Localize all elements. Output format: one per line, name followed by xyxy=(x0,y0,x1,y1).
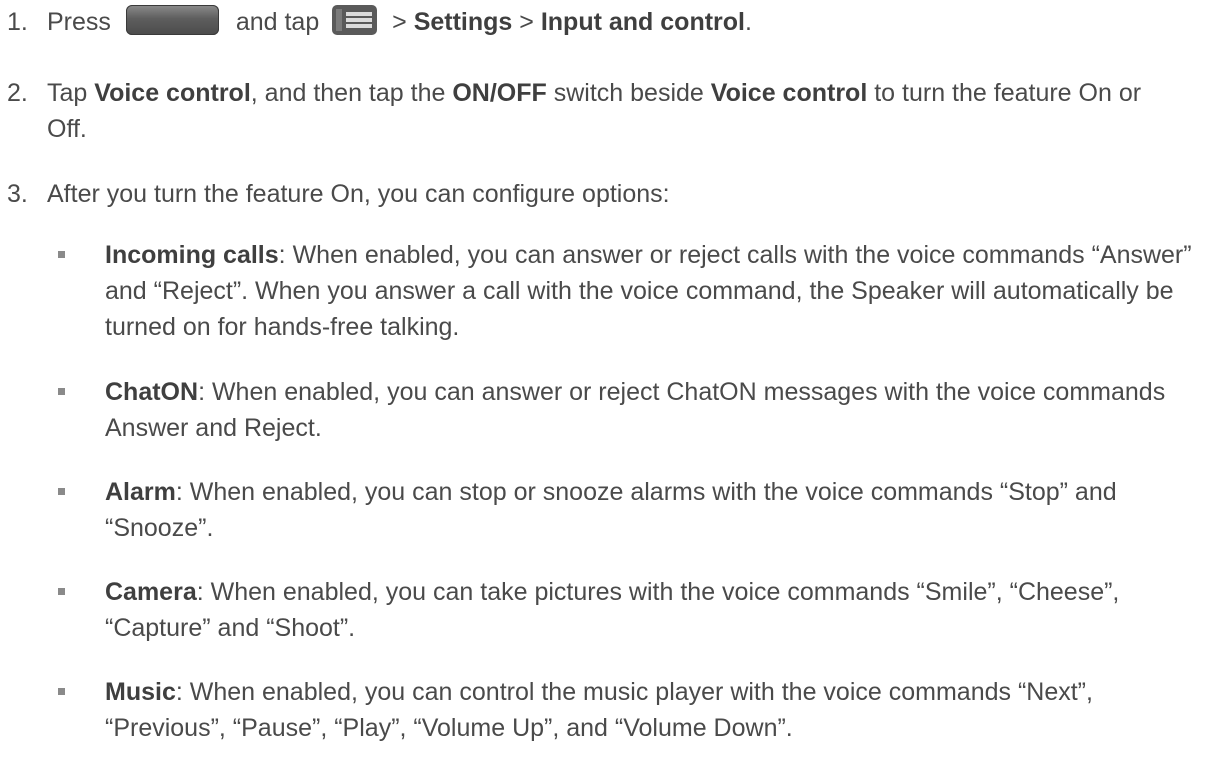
option-text: Alarm: When enabled, you can stop or sno… xyxy=(105,474,1200,546)
and-tap-text: and tap xyxy=(235,8,320,36)
bullet-icon xyxy=(58,488,65,495)
press-text: Press xyxy=(47,8,111,36)
home-button-icon xyxy=(125,5,219,36)
step-text-part: , and then tap the xyxy=(250,79,446,107)
step-text-part: switch beside xyxy=(553,79,704,107)
step-number: 2. xyxy=(7,79,28,107)
option-desc: : When enabled, you can stop or snooze a… xyxy=(105,478,1117,542)
option-desc: : When enabled, you can answer or reject… xyxy=(105,378,1166,442)
tap-text: Tap xyxy=(47,79,88,107)
option-title: Camera xyxy=(105,578,197,606)
bullet-icon xyxy=(58,388,65,395)
voice-control-label: Voice control xyxy=(710,79,868,107)
option-title: Music xyxy=(105,678,176,706)
bullet-icon xyxy=(58,588,65,595)
option-title: ChatON xyxy=(105,378,199,406)
on-off-label: ON/OFF xyxy=(452,79,547,107)
option-text: Incoming calls: When enabled, you can an… xyxy=(105,237,1200,345)
period: . xyxy=(744,8,752,36)
step-text: Press and tap > Settings > Input and con… xyxy=(47,4,1187,40)
bullet-icon xyxy=(58,688,65,695)
menu-icon xyxy=(332,5,378,36)
option-title: Incoming calls xyxy=(105,241,279,269)
settings-label: Settings xyxy=(413,8,513,36)
option-text: ChatON: When enabled, you can answer or … xyxy=(105,374,1200,446)
option-title: Alarm xyxy=(105,478,176,506)
instructions-document: 1. Press and tap > Settings > Input and … xyxy=(0,0,1207,765)
input-and-control-label: Input and control xyxy=(540,8,745,36)
step-number: 3. xyxy=(7,180,28,208)
separator: > xyxy=(392,8,407,36)
step-number: 1. xyxy=(7,8,28,36)
step-text: Tap Voice control, and then tap the ON/O… xyxy=(47,75,1187,147)
bullet-icon xyxy=(58,251,65,258)
step-text: After you turn the feature On, you can c… xyxy=(47,180,670,208)
option-text: Music: When enabled, you can control the… xyxy=(105,674,1200,746)
voice-control-label: Voice control xyxy=(94,79,251,107)
option-desc: : When enabled, you can take pictures wi… xyxy=(105,578,1120,642)
separator: > xyxy=(519,8,534,36)
option-desc: : When enabled, you can control the musi… xyxy=(105,678,1093,742)
option-text: Camera: When enabled, you can take pictu… xyxy=(105,574,1200,646)
